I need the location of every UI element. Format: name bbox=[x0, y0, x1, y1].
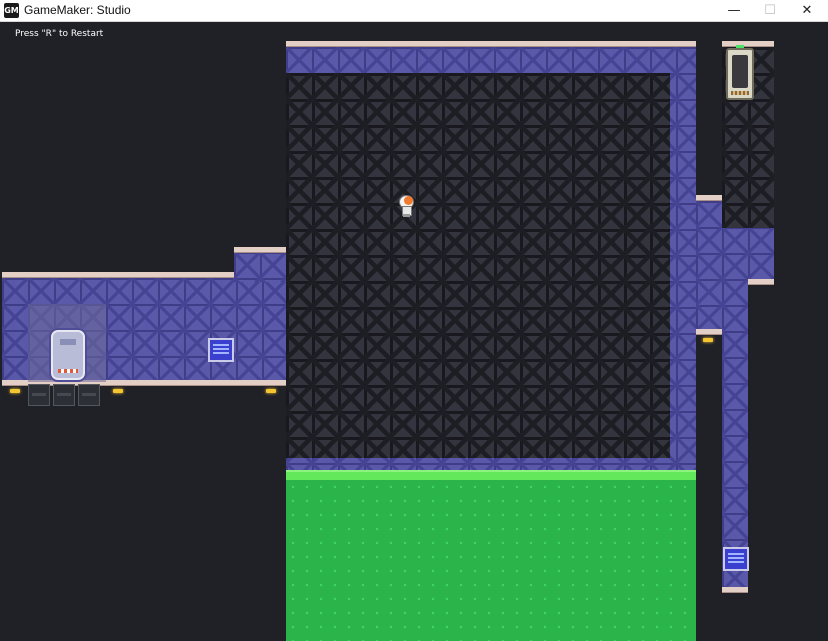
terminal-screen bbox=[213, 344, 229, 356]
left-corridor-step bbox=[234, 252, 286, 282]
shaft-ceiling-ledge bbox=[722, 41, 774, 47]
column-joint bbox=[696, 279, 722, 329]
computer-terminal bbox=[723, 547, 749, 571]
player-visor bbox=[404, 196, 413, 205]
gamemaker-app-icon: GM bbox=[4, 3, 19, 18]
maximize-button[interactable]: ☐ bbox=[752, 0, 788, 21]
acid-surface bbox=[286, 470, 696, 480]
acid-pool bbox=[286, 480, 696, 641]
floor-lamp bbox=[266, 389, 276, 393]
passage-floor-ledge bbox=[748, 279, 774, 285]
cryo-pod bbox=[51, 330, 85, 380]
pod-screen bbox=[60, 339, 76, 345]
floor-lamp bbox=[113, 389, 123, 393]
lower-right-column bbox=[722, 279, 748, 589]
column-floor-ledge bbox=[722, 587, 748, 593]
terminal-screen bbox=[728, 553, 744, 565]
pod-stripe bbox=[58, 369, 78, 373]
crate bbox=[78, 384, 100, 406]
door-grate bbox=[731, 91, 749, 95]
exit-door bbox=[726, 45, 754, 100]
left-ceiling-ledge bbox=[2, 272, 234, 278]
passage-ceiling-ledge bbox=[696, 195, 722, 201]
main-ceiling-ledge bbox=[286, 41, 696, 47]
window-title: GameMaker: Studio bbox=[24, 3, 131, 17]
floor-lamp bbox=[703, 338, 713, 342]
astronaut-player bbox=[399, 195, 415, 217]
main-chamber-background bbox=[286, 73, 670, 458]
door-status-light bbox=[736, 45, 744, 48]
computer-terminal bbox=[208, 338, 234, 362]
window-titlebar[interactable]: GM GameMaker: Studio — ☐ ✕ bbox=[0, 0, 828, 22]
game-canvas[interactable]: Press "R" to Restart bbox=[0, 22, 828, 641]
player-legs bbox=[403, 214, 410, 217]
floor-lamp bbox=[10, 389, 20, 393]
close-button[interactable]: ✕ bbox=[789, 0, 825, 21]
crate bbox=[53, 384, 75, 406]
crate bbox=[28, 384, 50, 406]
minimize-button[interactable]: — bbox=[716, 0, 752, 21]
door-window bbox=[732, 55, 748, 88]
column-joint-ledge bbox=[696, 329, 722, 335]
restart-hint: Press "R" to Restart bbox=[15, 29, 104, 39]
step-ceiling-ledge bbox=[234, 247, 286, 253]
